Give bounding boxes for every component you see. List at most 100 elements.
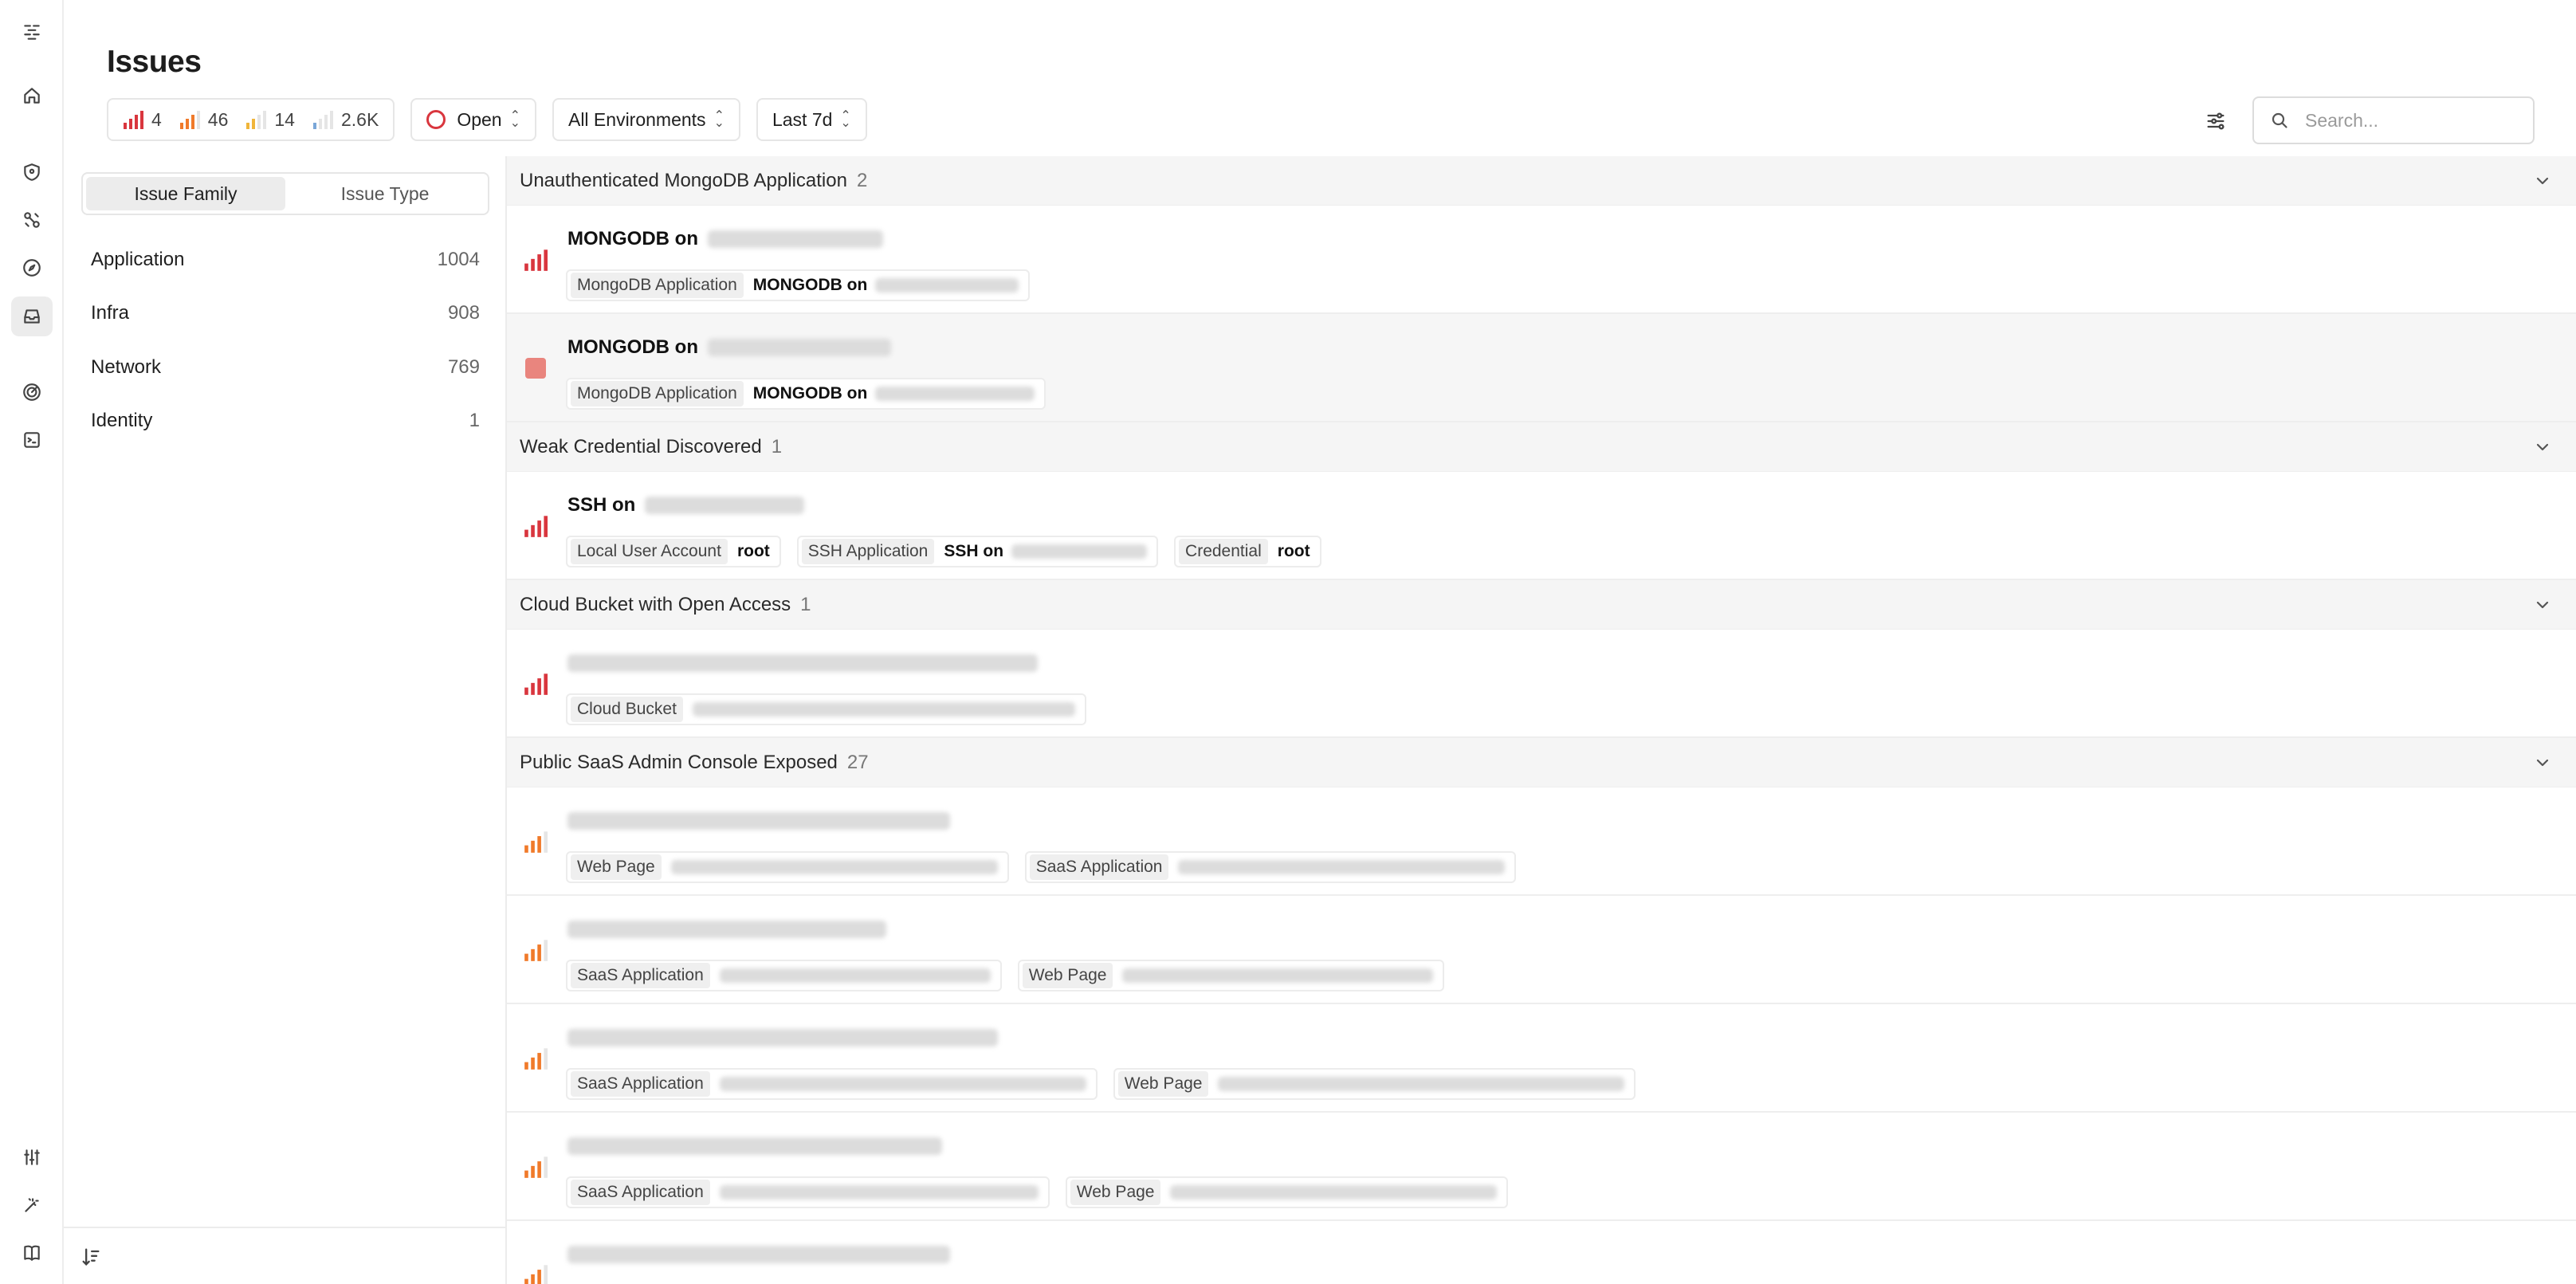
severity-summary[interactable]: 4 46 14 2.6K	[107, 98, 395, 141]
group-header[interactable]: Public SaaS Admin Console Exposed 27	[507, 738, 2576, 787]
issue-tags: Cloud Bucket	[566, 693, 1086, 725]
time-range-filter[interactable]: Last 7d ⌃ ⌄	[756, 98, 867, 141]
nav-rail	[0, 0, 64, 1284]
redacted-url	[719, 968, 991, 983]
redacted-url	[567, 1137, 942, 1155]
group-header[interactable]: Weak Credential Discovered 1	[507, 422, 2576, 472]
redacted-url	[567, 812, 950, 830]
issue-row[interactable]: MONGODB on MongoDB Application MONGODB o…	[507, 206, 2576, 314]
group-count: 1	[771, 435, 783, 457]
family-item-application[interactable]: Application 1004	[91, 233, 480, 287]
issue-row[interactable]: Cloud Bucket	[507, 630, 2576, 738]
redacted-url	[1218, 1077, 1625, 1091]
chevron-down-icon[interactable]	[2533, 595, 2552, 615]
asset-tag[interactable]: MongoDB Application MONGODB on	[566, 269, 1031, 301]
redacted-url	[567, 921, 886, 938]
search-input[interactable]	[2305, 109, 2528, 132]
redacted-url	[719, 1077, 1086, 1091]
redacted-url	[567, 1246, 950, 1263]
redacted-url	[670, 860, 998, 874]
severity-low-icon	[312, 111, 333, 129]
severity-high-icon	[523, 1154, 548, 1180]
search-box[interactable]	[2252, 96, 2535, 144]
severity-high-icon	[523, 937, 548, 963]
asset-tag[interactable]: MongoDB Application MONGODB on	[566, 378, 1046, 410]
group-title: Public SaaS Admin Console Exposed	[520, 751, 838, 773]
issue-family-panel: Issue Family Issue Type Application 1004…	[64, 156, 507, 1284]
asset-tag[interactable]: Web Page	[566, 851, 1009, 883]
severity-medium-count[interactable]: 14	[245, 109, 295, 131]
issue-row[interactable]: SSH on Local User Account root SSH Appli…	[507, 472, 2576, 580]
search-icon	[2272, 112, 2287, 128]
asset-tag[interactable]: Cloud Bucket	[566, 693, 1086, 725]
issue-title	[567, 1023, 998, 1052]
severity-critical-icon	[523, 513, 548, 539]
asset-tag[interactable]: Credential root	[1174, 536, 1321, 567]
sort-icon[interactable]	[77, 1243, 105, 1271]
family-count: 908	[447, 302, 480, 324]
asset-tag[interactable]: SSH Application SSH on	[796, 536, 1159, 567]
chevron-down-icon[interactable]	[2533, 753, 2552, 772]
asset-tag[interactable]: Web Page	[1065, 1176, 1509, 1208]
issue-tags: Web Page SaaS Application	[566, 851, 1517, 883]
issue-row[interactable]: SaaS Application Web Page	[507, 1113, 2576, 1221]
chevron-down-icon[interactable]	[2533, 171, 2552, 190]
panel-footer	[64, 1227, 507, 1284]
tab-issue-type[interactable]: Issue Type	[285, 177, 485, 210]
asset-tag[interactable]: Local User Account root	[566, 536, 781, 567]
severity-high-icon	[179, 111, 200, 129]
issue-title: SSH on	[567, 491, 805, 520]
group-title: Cloud Bucket with Open Access	[520, 593, 791, 615]
redacted-url	[719, 1185, 1039, 1200]
family-item-network[interactable]: Network 769	[91, 340, 480, 395]
tab-issue-family[interactable]: Issue Family	[86, 177, 285, 210]
family-name: Infra	[91, 302, 130, 324]
issue-tags: SaaS Application Web Page	[566, 1068, 1636, 1100]
issue-tags: SaaS Application Web Page	[566, 960, 1445, 991]
issue-title: MONGODB on	[567, 225, 883, 253]
issue-row[interactable]: SaaS Application Web Page	[507, 896, 2576, 1004]
issue-row[interactable]: MONGODB on MongoDB Application MONGODB o…	[507, 314, 2576, 422]
issues-inbox-icon[interactable]	[11, 296, 53, 336]
severity-high-count[interactable]: 46	[179, 109, 228, 131]
home-icon[interactable]	[18, 81, 46, 110]
docs-book-icon[interactable]	[18, 1239, 46, 1267]
asset-tag[interactable]: Web Page	[1113, 1068, 1636, 1100]
environment-filter-label: All Environments	[567, 108, 706, 130]
family-item-identity[interactable]: Identity 1	[91, 395, 480, 449]
stopped-status-icon	[523, 355, 548, 381]
issue-row[interactable]: SaaS Application Web Page	[507, 1004, 2576, 1113]
issue-row[interactable]: Web Page SaaS Application	[507, 787, 2576, 896]
filter-settings-button[interactable]	[2200, 105, 2232, 137]
severity-high-icon	[523, 1262, 548, 1284]
settings-sliders-icon[interactable]	[18, 1143, 46, 1172]
group-header[interactable]: Cloud Bucket with Open Access 1	[507, 580, 2576, 630]
radar-icon[interactable]	[18, 378, 46, 406]
environment-filter[interactable]: All Environments ⌃ ⌄	[552, 98, 740, 141]
terminal-icon[interactable]	[18, 426, 46, 454]
magic-wand-icon[interactable]	[18, 1191, 46, 1219]
issue-list: Unauthenticated MongoDB Application 2 MO…	[507, 156, 2576, 1284]
asset-tag[interactable]: SaaS Application	[566, 1068, 1098, 1100]
issue-tags: MongoDB Application MONGODB on	[566, 378, 1046, 410]
severity-low-count[interactable]: 2.6K	[312, 109, 379, 131]
chevron-down-icon[interactable]	[2533, 438, 2552, 457]
asset-tag[interactable]: SaaS Application	[566, 1176, 1050, 1208]
compass-icon[interactable]	[18, 253, 46, 282]
asset-tag[interactable]: Web Page	[1017, 960, 1445, 991]
severity-critical-count[interactable]: 4	[123, 109, 162, 131]
status-filter[interactable]: Open ⌃ ⌄	[410, 98, 536, 141]
group-header[interactable]: Unauthenticated MongoDB Application 2	[507, 156, 2576, 206]
redacted-url	[567, 1029, 998, 1046]
logo-icon[interactable]	[18, 18, 46, 46]
family-item-infra[interactable]: Infra 908	[91, 287, 480, 341]
group-count: 27	[846, 751, 869, 773]
issue-title	[567, 1240, 950, 1269]
toolbar: 4 46 14 2.6K Open ⌃ ⌄ All Environments ⌃…	[107, 98, 867, 141]
issue-row[interactable]	[507, 1221, 2576, 1284]
targets-icon[interactable]	[18, 206, 46, 234]
family-name: Application	[91, 248, 185, 270]
asset-tag[interactable]: SaaS Application	[1024, 851, 1517, 883]
shield-icon[interactable]	[18, 158, 46, 187]
asset-tag[interactable]: SaaS Application	[566, 960, 1002, 991]
